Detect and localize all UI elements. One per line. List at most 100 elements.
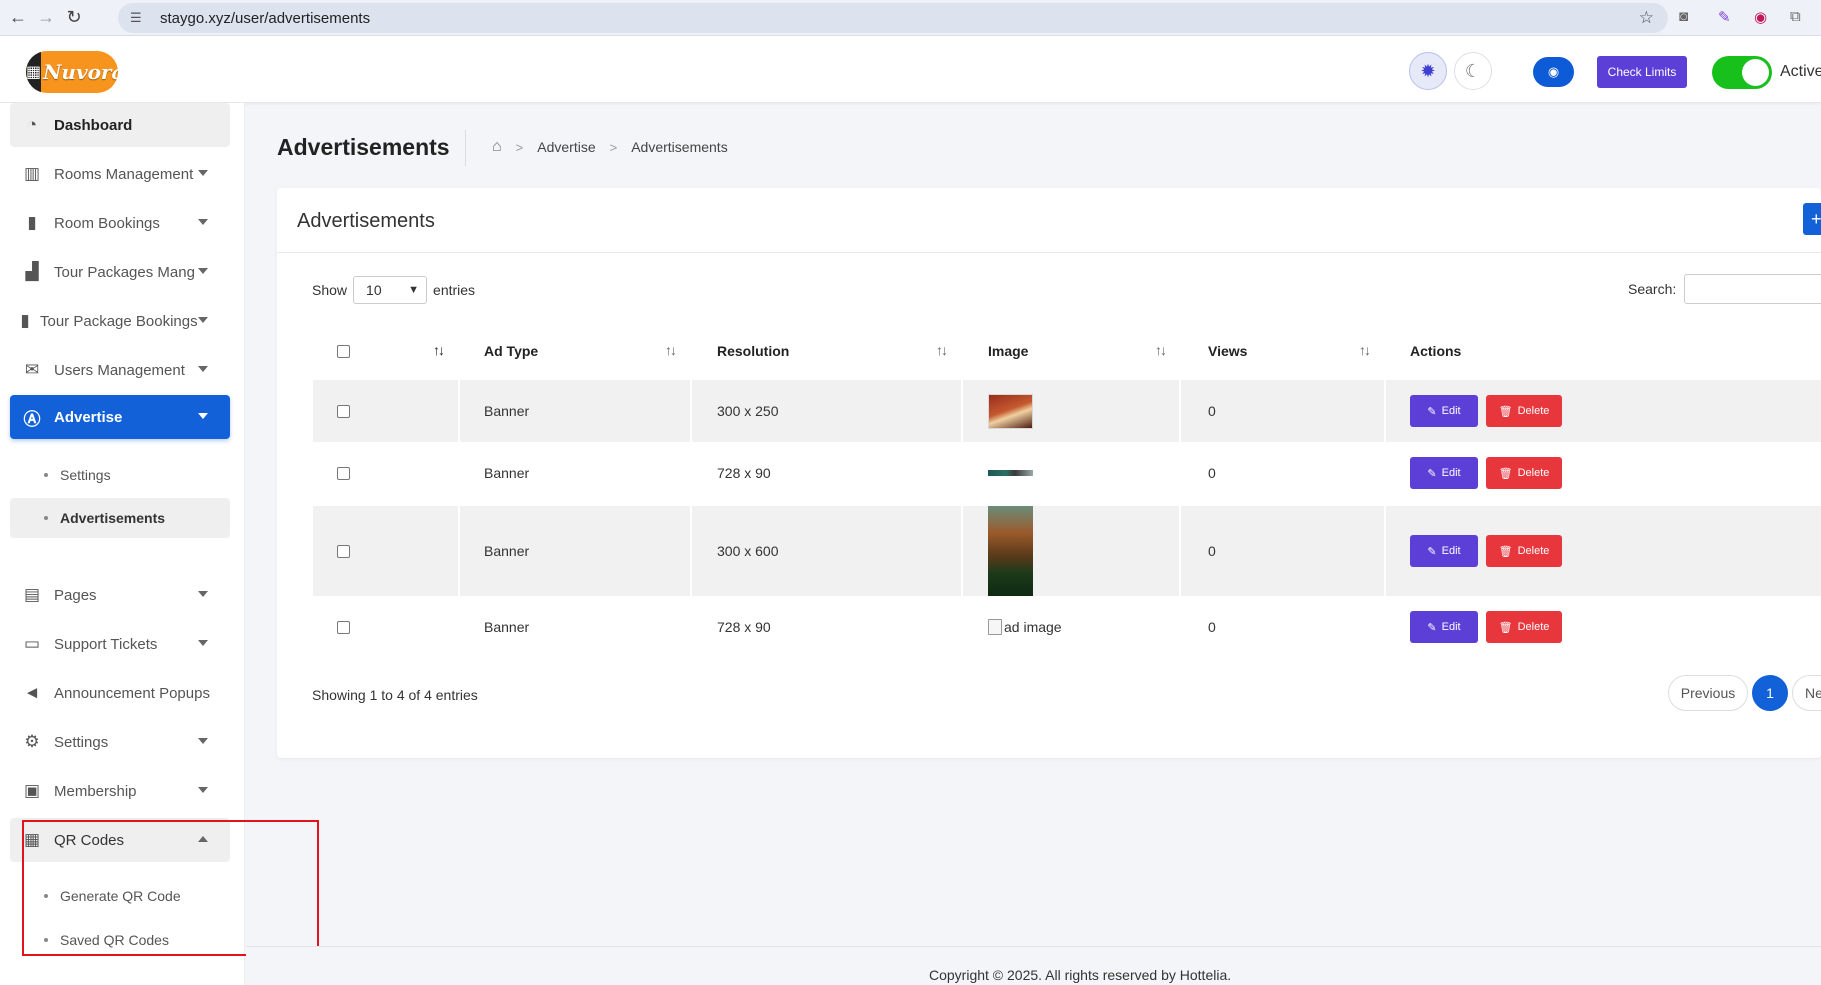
copyright-text: Copyright © 2025. All rights reserved by… bbox=[929, 967, 1232, 983]
ad-type-cell: Banner bbox=[484, 619, 530, 635]
sidebar-subitem-advertisements[interactable]: Advertisements bbox=[10, 498, 230, 538]
preview-eye-icon[interactable]: ◉ bbox=[1533, 57, 1574, 87]
entries-length-control: Show 10 ▼ entries bbox=[312, 276, 475, 304]
add-advertisement-button[interactable]: + bbox=[1803, 203, 1821, 235]
table-header: ↑↓ Ad Type ↑↓ Resolution ↑↓ Image ↑↓ Vie… bbox=[313, 330, 1821, 372]
chevron-down-icon bbox=[198, 170, 208, 176]
active-status-label: Active bbox=[1780, 63, 1821, 80]
sidebar-item-announcement-popups[interactable]: ◄ Announcement Popups bbox=[10, 671, 230, 715]
column-header-resolution[interactable]: Resolution bbox=[717, 330, 789, 372]
pen-extension-icon[interactable]: ✎ bbox=[1718, 8, 1731, 26]
sidebar-item-settings[interactable]: ⚙ Settings bbox=[10, 720, 230, 764]
sidebar-item-users-management[interactable]: ✉ Users Management bbox=[10, 348, 230, 392]
ad-type-cell: Banner bbox=[484, 465, 530, 481]
edit-button[interactable]: ✎ Edit bbox=[1410, 457, 1478, 489]
sidebar-item-pages[interactable]: ▤ Pages bbox=[10, 573, 230, 617]
pagination-next[interactable]: Ne bbox=[1792, 675, 1821, 711]
delete-button[interactable]: 🗑 Delete bbox=[1486, 535, 1562, 567]
sort-arrows-icon[interactable]: ↑↓ bbox=[1155, 342, 1167, 358]
bookmark-star-icon[interactable]: ☆ bbox=[1639, 8, 1654, 28]
delete-button[interactable]: 🗑 Delete bbox=[1486, 395, 1562, 427]
trash-icon: 🗑 bbox=[1498, 467, 1513, 480]
edit-button[interactable]: ✎ Edit bbox=[1410, 395, 1478, 427]
sort-arrows-icon[interactable]: ↑↓ bbox=[665, 342, 677, 358]
active-toggle[interactable] bbox=[1712, 56, 1772, 89]
table-search: Search: bbox=[1628, 274, 1821, 304]
column-header-actions: Actions bbox=[1410, 343, 1462, 359]
app-header: ▦ Nuvora ✹ ☾ ◉ Check Limits Active bbox=[0, 36, 1821, 103]
reload-icon[interactable]: ↻ bbox=[60, 4, 88, 32]
edit-button[interactable]: ✎ Edit bbox=[1410, 535, 1478, 567]
sort-arrows-icon[interactable]: ↑↓ bbox=[433, 342, 445, 358]
entries-select[interactable]: 10 ▼ bbox=[353, 276, 428, 304]
sidebar-subitem-label: Advertisements bbox=[60, 510, 166, 526]
dark-mode-moon-icon[interactable]: ☾ bbox=[1454, 52, 1492, 90]
color-extension-icon[interactable]: ◉ bbox=[1754, 8, 1767, 26]
row-checkbox[interactable] bbox=[337, 404, 350, 418]
sort-arrows-icon[interactable]: ↑↓ bbox=[936, 342, 948, 358]
breadcrumb-advertise[interactable]: Advertise bbox=[537, 139, 595, 155]
back-arrow-icon[interactable]: ← bbox=[4, 4, 32, 32]
table-row: Banner 728 x 90 0 ✎ Edit 🗑 Delete bbox=[313, 442, 1821, 504]
building-icon: ▥ bbox=[23, 164, 41, 183]
url-text: staygo.xyz/user/advertisements bbox=[160, 9, 371, 27]
home-icon[interactable]: ⌂ bbox=[492, 138, 502, 156]
sidebar-item-tour-package-bookings[interactable]: ▮ Tour Package Bookings bbox=[10, 299, 230, 343]
table-row: Banner 300 x 250 0 ✎ Edit 🗑 Delete bbox=[313, 380, 1821, 442]
megaphone-icon: ◄ bbox=[23, 683, 41, 702]
page-title: Advertisements bbox=[277, 134, 450, 160]
sidebar-item-label: Advertise bbox=[54, 408, 123, 426]
row-checkbox[interactable] bbox=[337, 620, 350, 634]
sidebar-item-tour-packages[interactable]: ▟ Tour Packages Mang bbox=[10, 250, 230, 294]
entries-label: entries bbox=[433, 282, 476, 298]
chevron-down-icon bbox=[198, 738, 208, 744]
chevron-down-icon bbox=[198, 591, 208, 597]
title-divider bbox=[465, 130, 466, 166]
show-label: Show bbox=[312, 282, 348, 298]
ad-thumbnail-image bbox=[988, 470, 1033, 476]
column-header-views[interactable]: Views bbox=[1208, 330, 1247, 372]
sidebar-item-dashboard[interactable]: ◔ Dashboard bbox=[10, 103, 230, 147]
resolution-cell: 300 x 250 bbox=[717, 403, 779, 419]
pagination-page-1[interactable]: 1 bbox=[1752, 675, 1788, 711]
site-info-icon[interactable]: ☰ bbox=[130, 10, 148, 26]
trash-icon: 🗑 bbox=[1498, 621, 1513, 634]
card-title: Advertisements bbox=[297, 210, 435, 232]
boxes-icon: ▟ bbox=[25, 262, 39, 281]
delete-button[interactable]: 🗑 Delete bbox=[1486, 611, 1562, 643]
bullet-icon bbox=[44, 473, 48, 477]
resolution-cell: 728 x 90 bbox=[717, 465, 771, 481]
edit-button[interactable]: ✎ Edit bbox=[1410, 611, 1478, 643]
sidebar-item-room-bookings[interactable]: ▮ Room Bookings bbox=[10, 201, 230, 245]
sidebar-item-label: Support Tickets bbox=[54, 635, 158, 653]
row-checkbox[interactable] bbox=[337, 544, 350, 558]
sidebar-item-rooms-management[interactable]: ▥ Rooms Management bbox=[10, 152, 230, 196]
ad-type-cell: Banner bbox=[484, 543, 530, 559]
sidebar-item-support-tickets[interactable]: ▭ Support Tickets bbox=[10, 622, 230, 666]
check-limits-button[interactable]: Check Limits bbox=[1597, 56, 1687, 88]
select-all-checkbox[interactable] bbox=[337, 344, 350, 358]
logo[interactable]: ▦ Nuvora bbox=[26, 51, 118, 93]
column-header-ad-type[interactable]: Ad Type bbox=[484, 330, 538, 372]
address-bar[interactable]: ☰ staygo.xyz/user/advertisements ☆ bbox=[118, 3, 1668, 33]
sidebar-item-advertise[interactable]: Ⓐ Advertise bbox=[10, 395, 230, 439]
sidebar-item-label: Membership bbox=[54, 782, 137, 800]
sidebar-item-membership[interactable]: ▣ Membership bbox=[10, 769, 230, 813]
sidebar-item-label: Announcement Popups bbox=[54, 684, 210, 702]
camera-icon[interactable]: ◙ bbox=[1679, 8, 1688, 25]
chevron-down-icon bbox=[198, 366, 208, 372]
row-checkbox[interactable] bbox=[337, 466, 350, 480]
sidebar-subitem-settings[interactable]: Settings bbox=[10, 455, 230, 495]
search-input[interactable] bbox=[1684, 274, 1821, 304]
light-mode-sun-icon[interactable]: ✹ bbox=[1409, 52, 1447, 90]
forward-arrow-icon[interactable]: → bbox=[32, 4, 60, 32]
sort-arrows-icon[interactable]: ↑↓ bbox=[1359, 342, 1371, 358]
delete-button[interactable]: 🗑 Delete bbox=[1486, 457, 1562, 489]
sidebar-subitem-label: Settings bbox=[60, 467, 111, 483]
column-header-image[interactable]: Image bbox=[988, 330, 1028, 372]
toggle-knob bbox=[1742, 59, 1769, 86]
sidebar-item-label: Tour Packages Mang bbox=[54, 263, 195, 281]
pagination-previous[interactable]: Previous bbox=[1668, 675, 1748, 711]
extensions-puzzle-icon[interactable]: ⧉ bbox=[1790, 8, 1801, 25]
ad-thumbnail-image bbox=[988, 506, 1033, 596]
